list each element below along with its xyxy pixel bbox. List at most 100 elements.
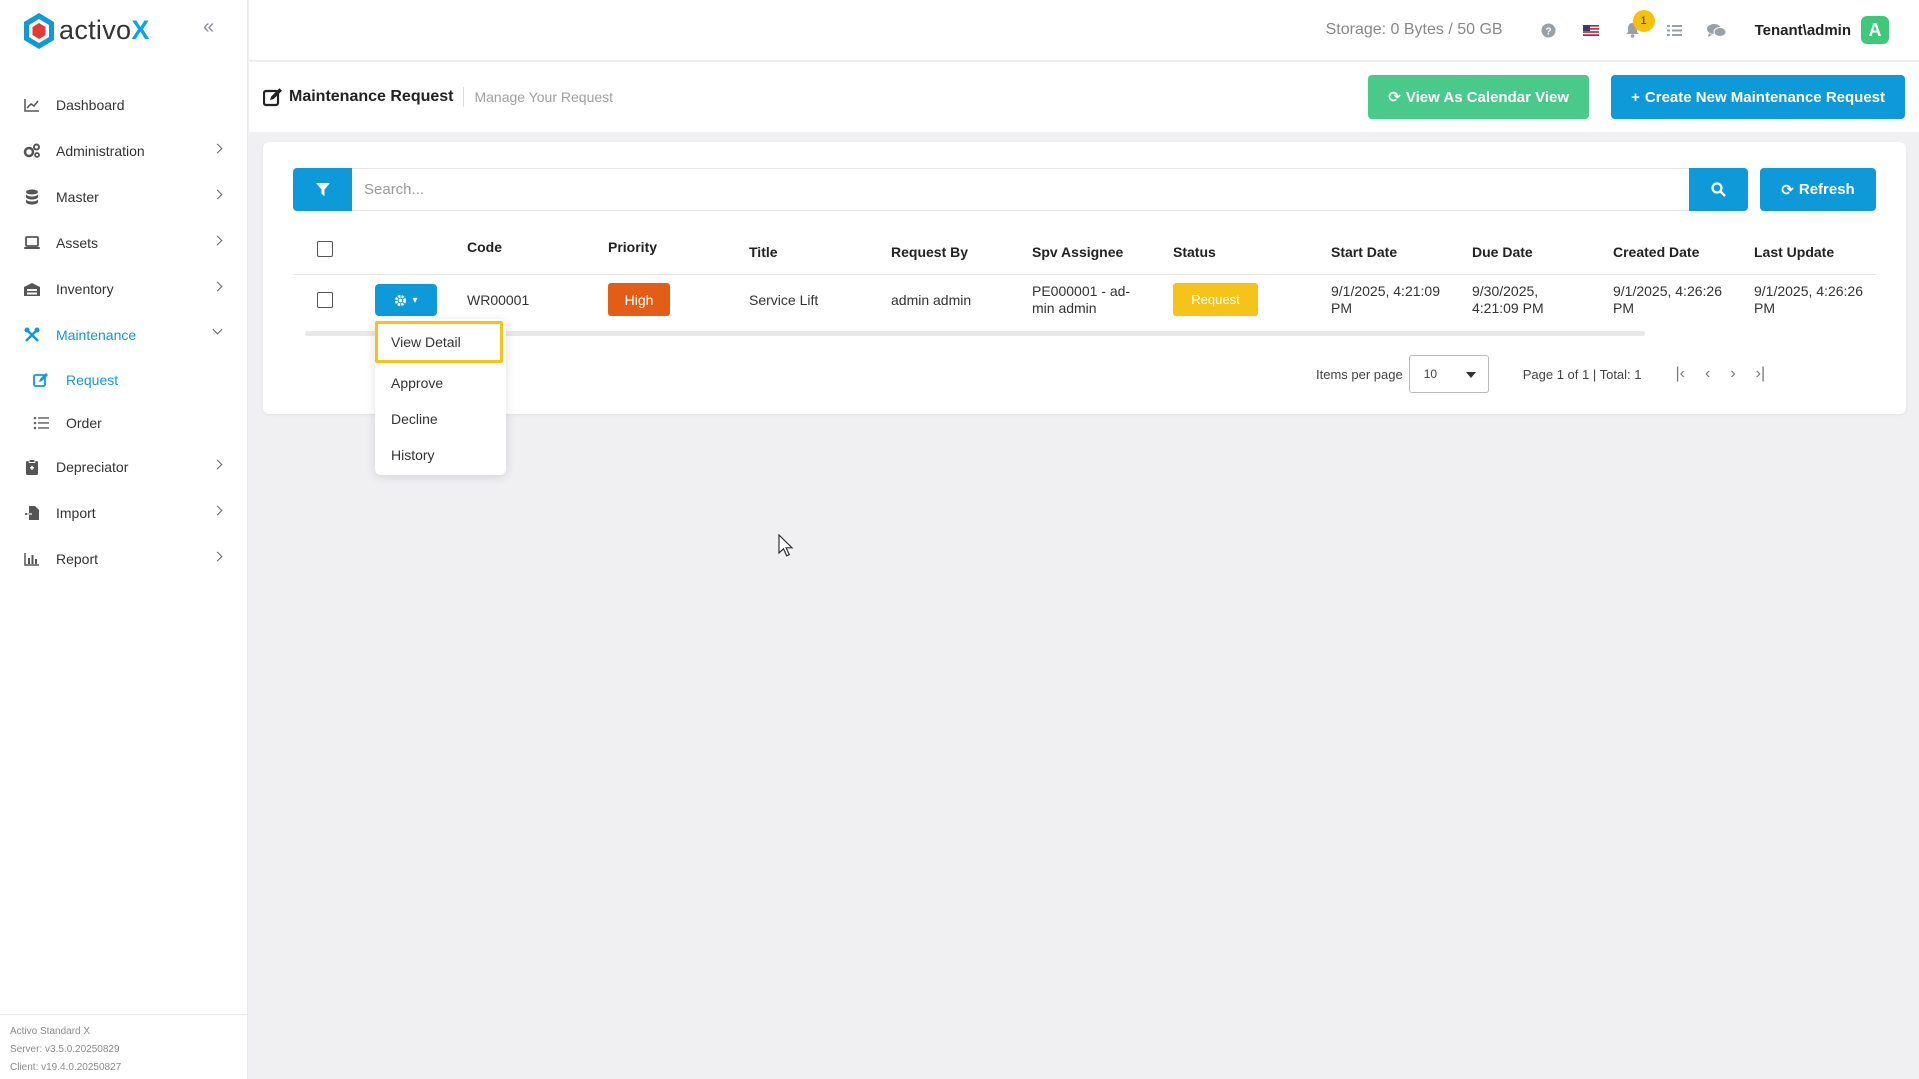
sidebar-item-import[interactable]: Import [0,490,247,536]
client-version: Client: v19.4.0.20250827 [10,1062,122,1073]
sync-icon: ⟳ [1388,89,1401,106]
chart-line-icon [22,96,42,114]
table-header: Code Priority Title Request By Spv Assig… [293,224,1876,275]
brand[interactable]: activoX « [0,0,247,61]
sidebar-item-report[interactable]: Report [0,536,247,582]
page-title: Maintenance Request [289,88,454,105]
caret-down-icon [1465,372,1476,378]
column-header[interactable]: Status [1173,244,1216,260]
cell-start-date: 9/1/2025, 4:21:09 PM [1331,283,1440,316]
title-divider [463,87,465,107]
next-page-icon[interactable]: › [1730,365,1735,383]
column-header[interactable]: Created Date [1613,244,1699,260]
topbar: Storage: 0 Bytes / 50 GB ? 1 Tenant\admi… [249,0,1919,61]
sidebar-item-label: Administration [56,143,145,159]
sidebar-item-label: Master [56,189,99,205]
us-flag-icon[interactable] [1581,20,1601,40]
items-per-page-label: Items per page [1316,366,1403,382]
page-info: Page 1 of 1 | Total: 1 [1522,366,1642,382]
refresh-button[interactable]: ⟳ Refresh [1760,168,1876,211]
cell-spv-assignee: PE000001 - ad-min admin [1032,283,1131,316]
menu-item-approve[interactable]: Approve [375,365,506,401]
first-page-icon[interactable]: |‹ [1676,365,1685,383]
chevron-down-icon [212,324,223,335]
gear-icon [395,294,407,306]
chevron-right-icon [212,235,223,246]
chevron-right-icon [212,143,223,154]
chevron-right-icon [212,189,223,200]
bell-icon[interactable]: 1 [1623,10,1655,40]
column-header[interactable]: Priority [608,239,657,255]
horizontal-scrollbar[interactable] [305,331,1645,336]
clipboard-icon [22,458,42,476]
search-input[interactable] [352,168,1689,211]
create-request-button[interactable]: + Create New Maintenance Request [1611,75,1905,119]
items-per-page-select[interactable]: 10 [1408,355,1489,393]
server-version: Server: v3.5.0.20250829 [10,1044,120,1055]
sidebar-item-maintenance[interactable]: Maintenance [0,312,247,358]
sidebar-item-depreciator[interactable]: Depreciator [0,444,247,490]
sidebar-nav: Dashboard Administration Master Assets I… [0,82,247,582]
collapse-sidebar-icon[interactable]: « [203,17,221,37]
prev-page-icon[interactable]: ‹ [1705,365,1710,383]
activo-logo-icon [24,12,54,49]
row-checkbox[interactable] [317,292,333,308]
sidebar-subitem-label: Order [66,414,102,431]
menu-item-decline[interactable]: Decline [375,401,506,437]
view-calendar-label: View As Calendar View [1405,88,1569,106]
column-header[interactable]: Last Update [1754,244,1834,260]
task-list-icon[interactable] [1665,20,1685,40]
sidebar-subitem-order[interactable]: Order [0,401,247,444]
last-page-icon[interactable]: ›| [1756,365,1765,383]
column-header[interactable]: Request By [891,244,968,260]
select-all-checkbox[interactable] [317,241,333,257]
cell-code: WR00001 [467,292,530,308]
product-name: Activo Standard X [10,1026,91,1037]
sidebar-item-assets[interactable]: Assets [0,220,247,266]
chat-icon[interactable] [1707,20,1727,40]
plus-icon: + [1631,88,1640,106]
sidebar-item-administration[interactable]: Administration [0,128,247,174]
file-import-icon [22,504,42,522]
column-header[interactable]: Spv Assignee [1032,244,1123,260]
search-button[interactable] [1689,168,1748,211]
pager-nav: |‹ ‹ › ›| [1676,365,1766,383]
column-header[interactable]: Start Date [1331,244,1397,260]
column-header[interactable]: Code [467,239,502,255]
sidebar-item-label: Depreciator [56,459,129,475]
status-badge: Request [1173,283,1258,316]
create-request-label: Create New Maintenance Request [1644,88,1885,106]
sidebar-item-label: Dashboard [56,97,125,113]
storage-usage: Storage: 0 Bytes / 50 GB [1325,21,1503,38]
chevron-right-icon [212,505,223,516]
avatar[interactable]: A [1861,16,1889,44]
menu-item-view-detail[interactable]: View Detail [375,321,503,363]
menu-item-history[interactable]: History [375,437,506,473]
sidebar-item-inventory[interactable]: Inventory [0,266,247,312]
request-table: Code Priority Title Request By Spv Assig… [293,224,1876,393]
column-header[interactable]: Title [749,244,778,260]
pagination: Items per page 10 Page 1 of 1 | Total: 1… [1316,355,1876,393]
edit-icon [32,371,50,389]
view-calendar-button[interactable]: ⟳ View As Calendar View [1368,75,1589,119]
filter-icon [315,182,330,196]
sidebar-item-dashboard[interactable]: Dashboard [0,82,247,128]
sidebar-item-master[interactable]: Master [0,174,247,220]
help-icon[interactable]: ? [1539,20,1559,40]
page-subtitle: Manage Your Request [474,89,614,105]
chevron-right-icon [212,459,223,470]
sidebar: activoX « Dashboard Administration Maste… [0,0,248,1079]
edit-icon [263,88,282,107]
svg-text:?: ? [1545,26,1551,37]
column-header[interactable]: Due Date [1472,244,1533,260]
row-actions-menu: View Detail Approve Decline History [375,319,506,475]
filter-button[interactable] [293,168,352,211]
row-actions-button[interactable]: ▾ [375,284,437,316]
sidebar-item-label: Inventory [56,281,114,297]
user-name[interactable]: Tenant\admin [1755,22,1851,39]
notification-badge: 1 [1632,10,1655,32]
laptop-icon [22,234,42,252]
sidebar-subitem-request[interactable]: Request [0,358,247,401]
cell-due-date: 9/30/2025, 4:21:09 PM [1472,283,1544,316]
list-icon [32,414,50,432]
